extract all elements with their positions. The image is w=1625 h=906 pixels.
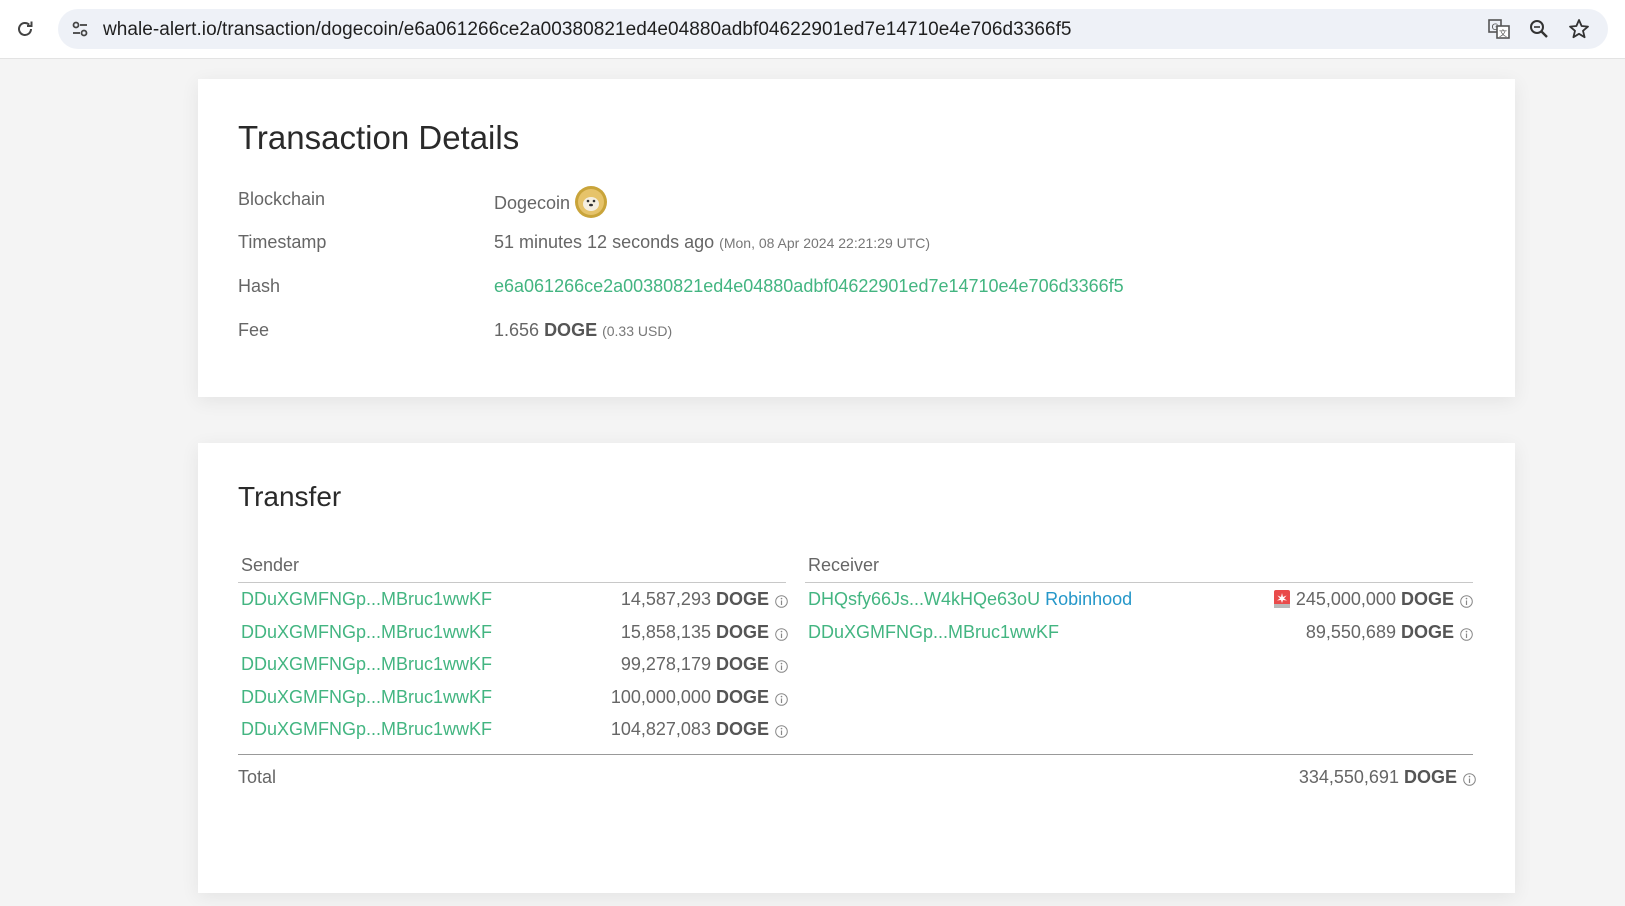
amount-unit: DOGE <box>715 654 769 674</box>
timestamp-absolute: (Mon, 08 Apr 2024 22:21:29 UTC) <box>719 235 931 251</box>
sender-address-link[interactable]: DDuXGMFNGp...MBruc1wwKF <box>241 654 492 675</box>
address-bar[interactable]: whale-alert.io/transaction/dogecoin/e6a0… <box>58 9 1608 49</box>
amount-value: 99,278,179 <box>620 654 711 674</box>
blockchain-name: Dogecoin <box>494 192 571 213</box>
url-text[interactable]: whale-alert.io/transaction/dogecoin/e6a0… <box>103 19 1072 41</box>
total-amount: 334,550,691 DOGE <box>1299 767 1476 788</box>
amount-unit: DOGE <box>715 589 769 609</box>
receiver-address-link[interactable]: DDuXGMFNGp...MBruc1wwKF <box>808 622 1059 643</box>
zoom-icon[interactable] <box>1526 17 1552 41</box>
sender-address-link[interactable]: DDuXGMFNGp...MBruc1wwKF <box>241 687 492 708</box>
amount-unit: DOGE <box>1403 767 1457 787</box>
fee-label: Fee <box>238 320 270 340</box>
sender-amount: 99,278,179 DOGE <box>621 654 788 675</box>
amount-value: 104,827,083 <box>610 719 711 739</box>
transfer-card: Transfer Sender Receiver DDuXGMFNGp...MB… <box>198 443 1515 893</box>
total-divider <box>238 754 1473 755</box>
sender-address-link[interactable]: DDuXGMFNGp...MBruc1wwKF <box>241 719 492 740</box>
timestamp-relative: 51 minutes 12 seconds ago <box>494 232 715 252</box>
siren-alert-icon <box>1272 589 1292 609</box>
info-icon[interactable] <box>1463 770 1476 787</box>
hash-link[interactable]: e6a061266ce2a00380821ed4e04880adbf046229… <box>494 276 1124 297</box>
translate-icon[interactable]: G文 <box>1486 17 1512 41</box>
amount-unit: DOGE <box>1400 622 1454 642</box>
amount-value: 100,000,000 <box>610 687 711 707</box>
timestamp-value: 51 minutes 12 seconds ago (Mon, 08 Apr 2… <box>494 232 930 253</box>
transaction-details-card: Transaction Details Blockchain Dogecoin … <box>198 79 1515 397</box>
info-icon[interactable] <box>1460 592 1473 609</box>
receiver-address-cell: DHQsfy66Js...W4kHQe63oU Robinhood <box>808 589 1132 610</box>
receiver-header-divider <box>805 582 1473 583</box>
receiver-amount: 89,550,689 DOGE <box>1306 622 1473 643</box>
info-icon[interactable] <box>775 657 788 674</box>
browser-toolbar: whale-alert.io/transaction/dogecoin/e6a0… <box>0 0 1625 59</box>
amount-value: 334,550,691 <box>1298 767 1399 787</box>
site-info-icon[interactable] <box>68 17 92 41</box>
amount-value: 14,587,293 <box>620 589 711 609</box>
sender-amount: 104,827,083 DOGE <box>611 719 788 740</box>
info-icon[interactable] <box>775 625 788 642</box>
amount-unit: DOGE <box>715 687 769 707</box>
svg-text:文: 文 <box>1499 28 1507 38</box>
fee-usd: (0.33 USD) <box>602 323 673 339</box>
info-icon[interactable] <box>775 690 788 707</box>
sender-header: Sender <box>241 555 300 575</box>
sender-amount: 14,587,293 DOGE <box>621 589 788 610</box>
total-label: Total <box>238 767 277 787</box>
amount-unit: DOGE <box>1400 589 1454 609</box>
amount-unit: DOGE <box>715 719 769 739</box>
receiver-header: Receiver <box>808 555 880 575</box>
reload-icon[interactable] <box>12 16 38 42</box>
sender-address-link[interactable]: DDuXGMFNGp...MBruc1wwKF <box>241 622 492 643</box>
receiver-entity-tag[interactable]: Robinhood <box>1045 589 1132 609</box>
blockchain-label: Blockchain <box>238 189 326 209</box>
blockchain-value: Dogecoin <box>494 186 608 219</box>
timestamp-label: Timestamp <box>238 232 327 252</box>
sender-amount: 100,000,000 DOGE <box>611 687 788 708</box>
sender-header-divider <box>238 582 786 583</box>
bookmark-star-icon[interactable] <box>1566 17 1592 41</box>
amount-value: 245,000,000 <box>1295 589 1396 609</box>
receiver-address-link[interactable]: DHQsfy66Js...W4kHQe63oU <box>808 589 1040 609</box>
fee-unit: DOGE <box>544 320 598 340</box>
amount-value: 15,858,135 <box>620 622 711 642</box>
hash-label: Hash <box>238 276 281 296</box>
fee-value: 1.656 DOGE (0.33 USD) <box>494 320 672 341</box>
fee-amount: 1.656 <box>494 320 540 340</box>
amount-unit: DOGE <box>715 622 769 642</box>
transfer-title: Transfer <box>238 481 342 512</box>
amount-value: 89,550,689 <box>1305 622 1396 642</box>
sender-address-link[interactable]: DDuXGMFNGp...MBruc1wwKF <box>241 589 492 610</box>
info-icon[interactable] <box>1460 625 1473 642</box>
receiver-amount: 245,000,000 DOGE <box>1272 589 1473 610</box>
dogecoin-logo-icon <box>574 185 608 219</box>
info-icon[interactable] <box>775 592 788 609</box>
details-title: Transaction Details <box>238 119 520 156</box>
info-icon[interactable] <box>775 722 788 739</box>
sender-amount: 15,858,135 DOGE <box>621 622 788 643</box>
